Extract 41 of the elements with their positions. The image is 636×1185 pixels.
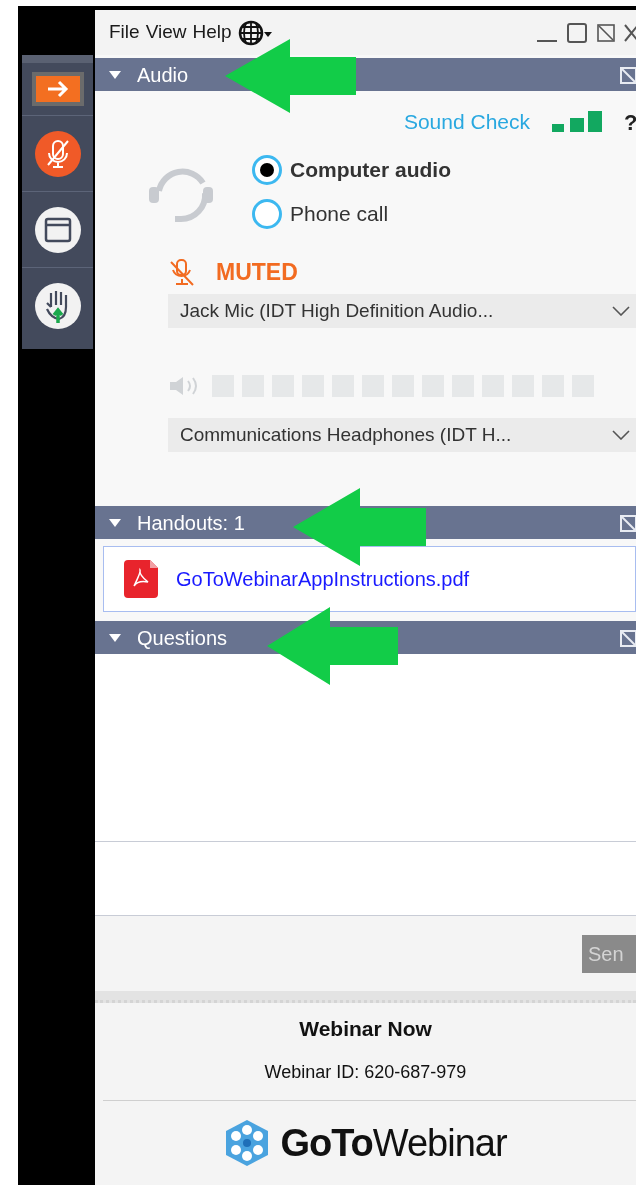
sidebar-button[interactable] (34, 206, 81, 253)
gotowebinar-logo: GoToWebinar (224, 1114, 507, 1172)
collapse-triangle-icon[interactable] (109, 69, 121, 80)
audio-option-radio[interactable]: Phone call (252, 197, 451, 231)
menu-item[interactable]: File (107, 18, 142, 47)
window-icon (34, 206, 81, 253)
handout-row[interactable]: GoToWebinarAppInstructions.pdf (103, 546, 636, 612)
maximize-icon[interactable] (566, 21, 588, 44)
microphone-dropdown[interactable]: Jack Mic (IDT High Definition Audio... (168, 294, 636, 328)
speaker-dropdown[interactable]: Communications Headphones (IDT H... (168, 418, 636, 452)
collapse-triangle-icon[interactable] (109, 632, 121, 643)
collapse-triangle-icon[interactable] (109, 517, 121, 528)
sidebar-button[interactable] (34, 282, 81, 329)
audio-option-radio[interactable]: Computer audio (252, 153, 451, 187)
globe-dropdown-icon[interactable] (237, 19, 272, 46)
pdf-file-icon (124, 560, 158, 598)
flower-logo-icon (224, 1119, 271, 1167)
signal-bars-icon (552, 111, 602, 133)
webinar-title: Webinar Now (299, 1016, 432, 1042)
chevron-down-icon (612, 430, 630, 440)
section-title: Audio (137, 62, 190, 88)
raise-hand-icon (34, 282, 81, 329)
menu-item[interactable]: Help (190, 18, 234, 47)
section-title: Handouts: 1 (137, 510, 246, 536)
section-title: Questions (137, 625, 229, 651)
muted-microphone-icon (34, 130, 81, 177)
arrow-icon (45, 80, 70, 98)
menu-item[interactable]: View (143, 18, 189, 47)
question-input-field[interactable] (95, 842, 636, 916)
sidebar-button[interactable] (31, 72, 84, 106)
sidebar-grip[interactable] (22, 55, 93, 63)
webinar-id: Webinar ID: 620-687-979 (264, 1060, 467, 1084)
chevron-down-icon (612, 306, 630, 316)
muted-microphone-icon (170, 258, 194, 286)
handout-file-link[interactable]: GoToWebinarAppInstructions.pdf (176, 564, 470, 594)
sidebar-button[interactable] (34, 130, 81, 177)
resize-grip[interactable] (95, 991, 636, 1003)
popout-icon[interactable] (596, 22, 616, 43)
muted-status: MUTED (216, 257, 298, 287)
close-icon[interactable] (624, 22, 636, 43)
help-icon[interactable]: ? (624, 105, 636, 139)
